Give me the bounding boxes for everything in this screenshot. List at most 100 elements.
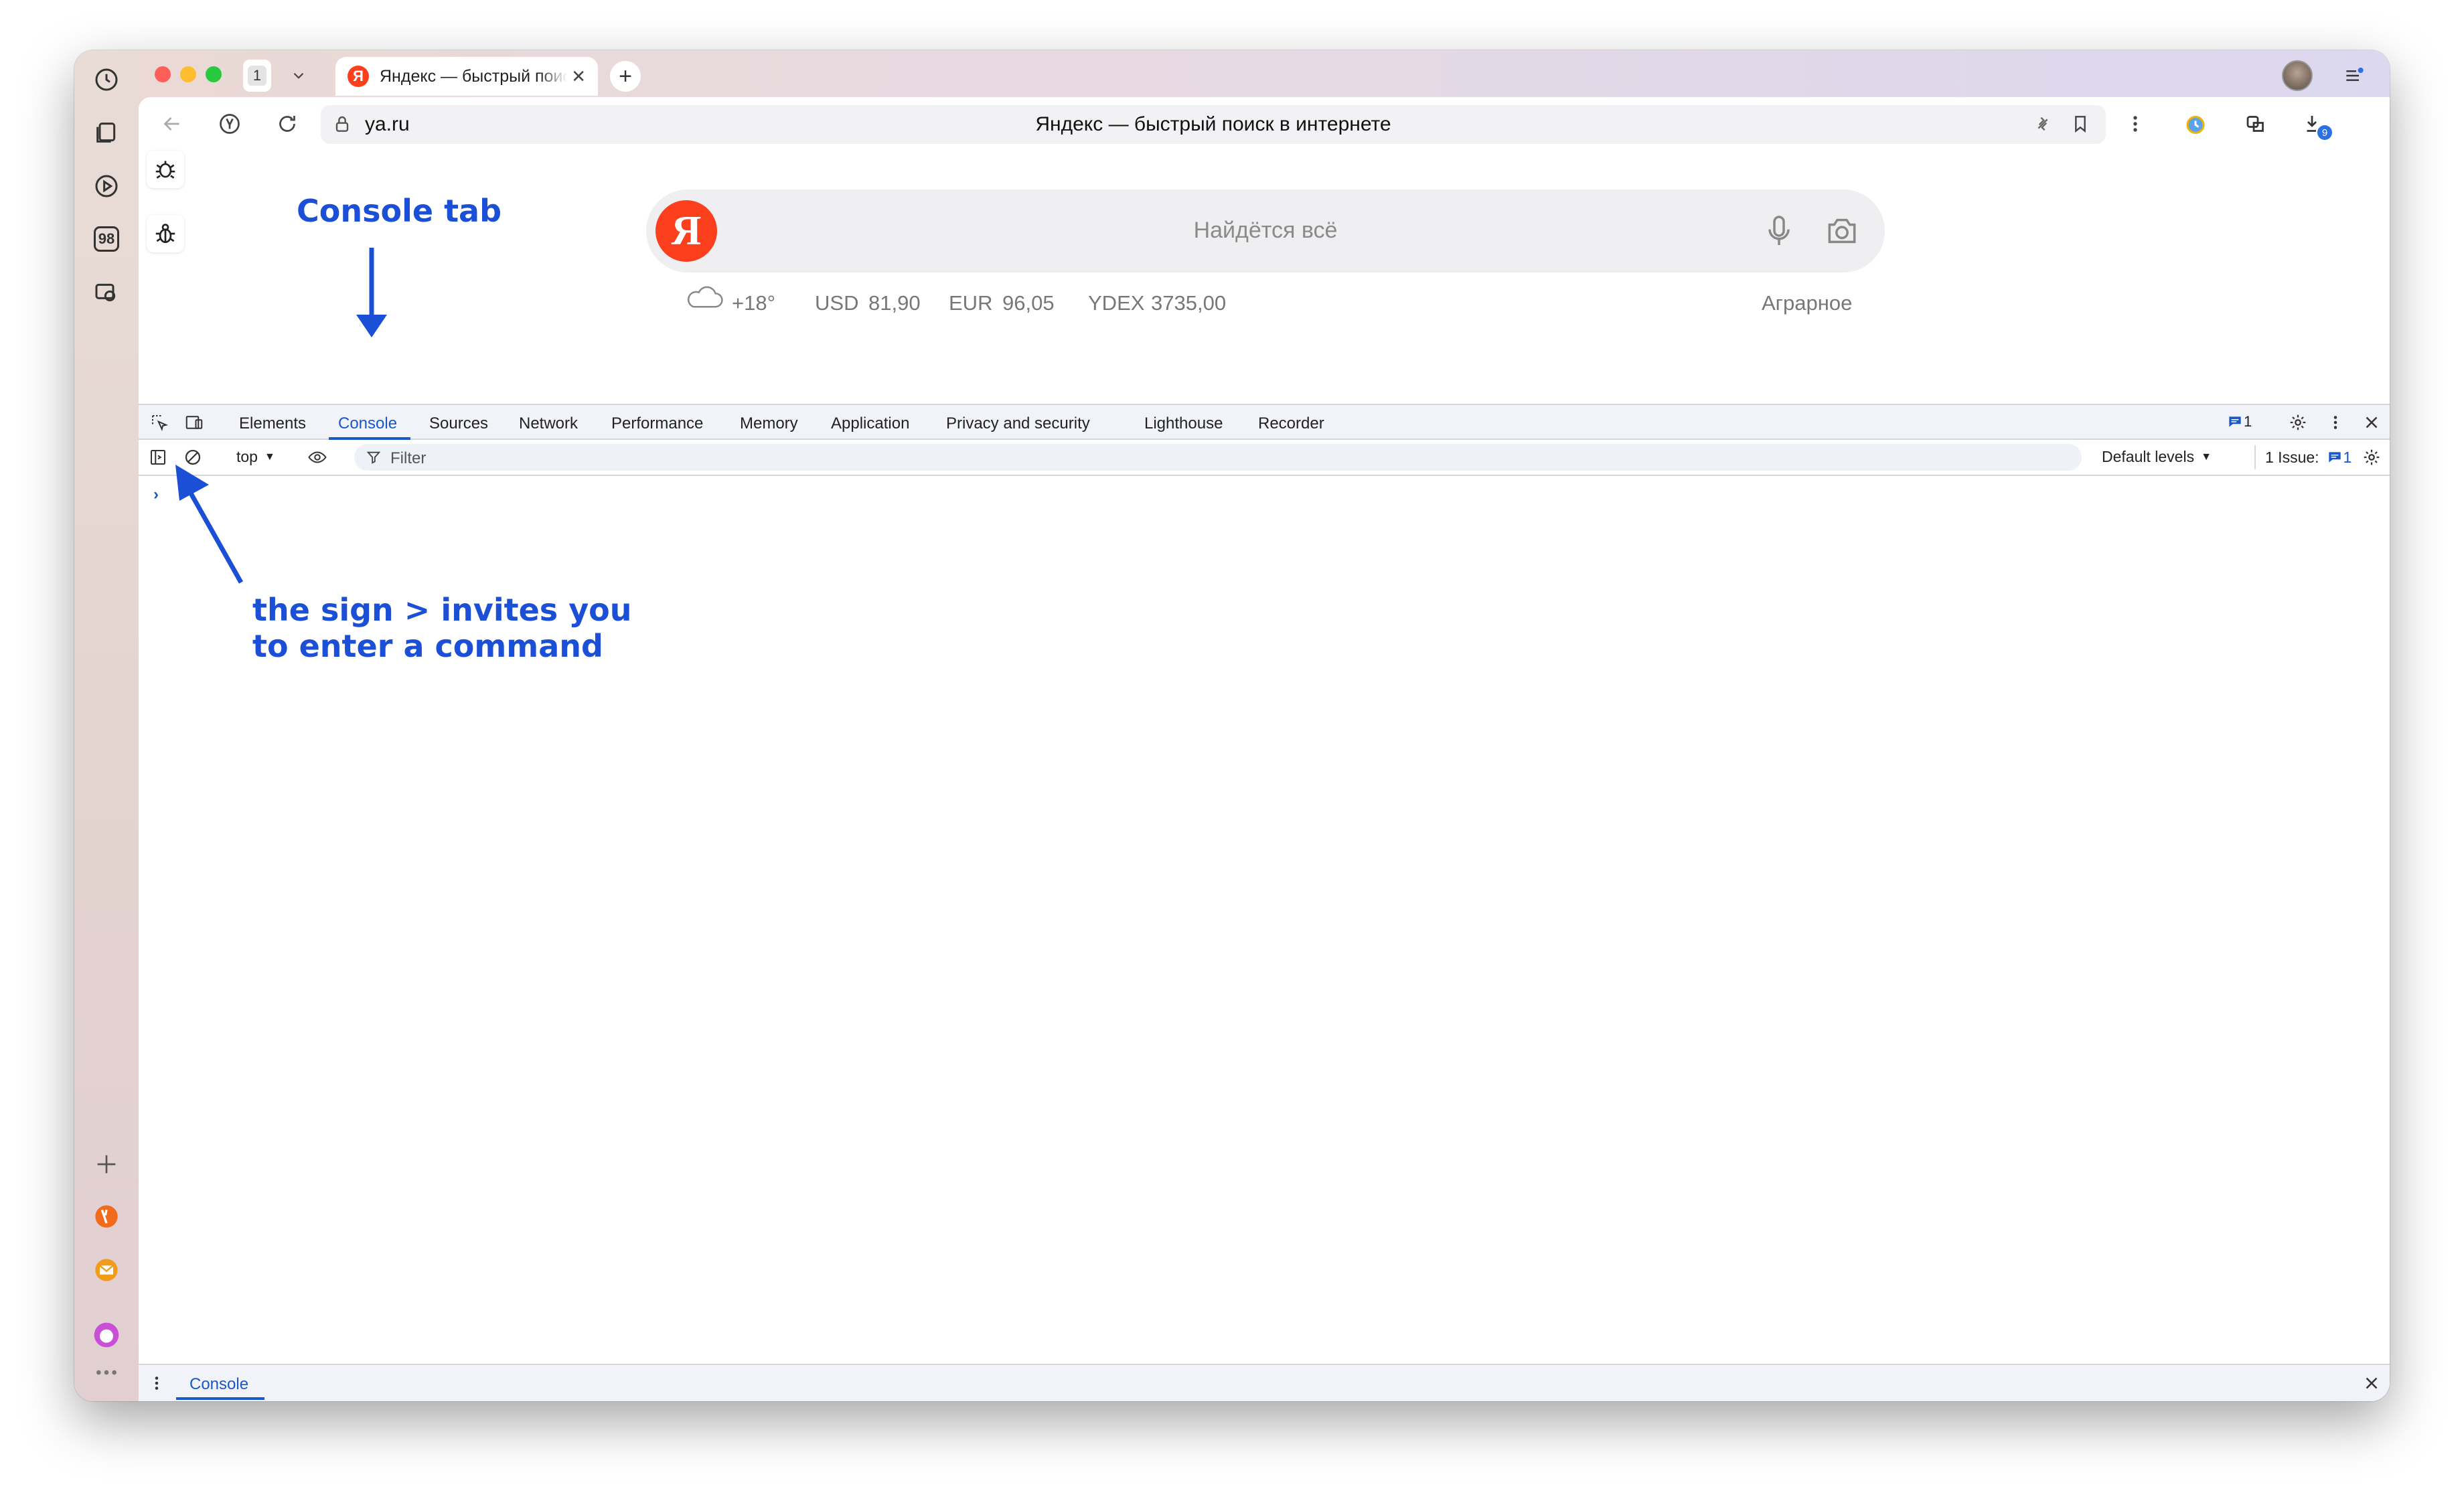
drawer-menu-icon[interactable] bbox=[145, 1372, 168, 1395]
annotation-console-tab: Console tab bbox=[297, 193, 502, 229]
mail-app-icon[interactable] bbox=[90, 1254, 123, 1286]
devtools-menu-icon[interactable] bbox=[2324, 411, 2347, 434]
log-levels-dropdown[interactable]: Default levels ▼ bbox=[2102, 448, 2212, 466]
tab-lighthouse[interactable]: Lighthouse bbox=[1144, 414, 1223, 433]
more-dots-icon[interactable] bbox=[90, 1362, 123, 1382]
issue-message-icon bbox=[2328, 452, 2341, 463]
drawer-tab-console[interactable]: Console bbox=[189, 1375, 248, 1394]
annotation-line-1: the sign > invites you bbox=[252, 592, 632, 628]
bug-icon[interactable] bbox=[147, 151, 184, 188]
messages-counter[interactable]: 1 bbox=[2226, 413, 2252, 430]
browser-content: ya.ru Яндекс — быстрый поиск в интернете bbox=[139, 97, 2390, 1401]
inspect-element-icon[interactable] bbox=[148, 411, 171, 434]
rate-ydex-value[interactable]: 3735,00 bbox=[1151, 291, 1226, 315]
browser-window: 98 1 Я Яндекс — быстрый поиск в интернет… bbox=[74, 50, 2390, 1401]
tab-counter[interactable]: 1 bbox=[243, 60, 271, 92]
device-toolbar-icon[interactable] bbox=[183, 411, 206, 434]
tab-close-icon[interactable]: ✕ bbox=[571, 66, 586, 87]
browser-sidebar: 98 bbox=[74, 50, 222, 1401]
history-icon[interactable] bbox=[90, 64, 123, 96]
console-prompt[interactable]: › bbox=[153, 485, 159, 504]
alice-assistant-icon[interactable] bbox=[90, 1319, 123, 1351]
weather-temp[interactable]: +18° bbox=[732, 291, 775, 315]
protect-off-icon[interactable] bbox=[2032, 113, 2054, 138]
play-video-icon[interactable] bbox=[90, 170, 123, 202]
active-tab[interactable]: Я Яндекс — быстрый поиск в интернете ✕ bbox=[335, 57, 598, 96]
tabs-dropdown-icon[interactable] bbox=[282, 60, 315, 92]
drawer-close-icon[interactable] bbox=[2360, 1372, 2383, 1395]
screenshot-icon[interactable] bbox=[90, 276, 123, 309]
yandex-favicon-icon: Я bbox=[348, 66, 369, 87]
tab-performance[interactable]: Performance bbox=[611, 414, 703, 433]
annotation-line-2: to enter a command bbox=[252, 628, 603, 664]
downloads-badge: 9 bbox=[2317, 125, 2332, 140]
close-window-button[interactable] bbox=[155, 66, 171, 82]
levels-dropdown-icon: ▼ bbox=[2201, 451, 2212, 463]
downloads-icon[interactable]: 9 bbox=[2301, 109, 2332, 140]
badge-98: 98 bbox=[94, 226, 119, 252]
tab-network[interactable]: Network bbox=[519, 414, 578, 433]
rate-usd-value[interactable]: 81,90 bbox=[868, 291, 921, 315]
live-expression-eye-icon[interactable] bbox=[306, 446, 329, 469]
omnibox[interactable]: ya.ru Яндекс — быстрый поиск в интернете bbox=[321, 105, 2106, 144]
sidebar-toggle-icon[interactable] bbox=[147, 446, 169, 469]
console-settings-icon[interactable] bbox=[2360, 446, 2383, 469]
tab-memory[interactable]: Memory bbox=[740, 414, 798, 433]
more-menu-icon[interactable] bbox=[2121, 109, 2150, 139]
camera-search-icon[interactable] bbox=[1823, 212, 1861, 253]
yandex-y-icon[interactable] bbox=[215, 109, 244, 139]
new-tab-button[interactable]: + bbox=[610, 61, 641, 92]
maximize-window-button[interactable] bbox=[206, 66, 222, 82]
drawer-tab-underline bbox=[176, 1397, 264, 1400]
tab-elements[interactable]: Elements bbox=[239, 414, 306, 433]
devtools-close-icon[interactable] bbox=[2360, 411, 2383, 434]
filter-icon bbox=[366, 451, 381, 464]
search-box[interactable]: Я Найдётся всё bbox=[646, 189, 1885, 272]
tab-privacy-security[interactable]: Privacy and security bbox=[946, 414, 1090, 433]
bug-report-icon[interactable] bbox=[147, 215, 184, 252]
search-input[interactable]: Найдётся всё bbox=[646, 218, 1885, 244]
reload-icon[interactable] bbox=[273, 109, 302, 139]
sidebar-counter-badge[interactable]: 98 bbox=[90, 223, 123, 255]
bookmark-icon[interactable] bbox=[2070, 113, 2091, 138]
notifications-menu-icon[interactable] bbox=[2337, 60, 2370, 92]
tab-title: Яндекс — быстрый поиск в интернете bbox=[380, 66, 567, 86]
filter-input[interactable]: Filter bbox=[390, 449, 426, 468]
location-label[interactable]: Аграрное bbox=[1762, 291, 1852, 315]
devtools-panel: Elements Console Sources Network Perform… bbox=[139, 404, 2390, 1401]
issues-label: 1 Issue: bbox=[2265, 448, 2319, 466]
issues-count: 1 bbox=[2343, 448, 2352, 466]
tab-console[interactable]: Console bbox=[338, 414, 397, 433]
console-toolbar: top ▼ Filter Default levels ▼ 1 Issue: 1 bbox=[139, 440, 2390, 476]
devtools-drawer: Console bbox=[139, 1364, 2390, 1401]
minimize-window-button[interactable] bbox=[180, 66, 196, 82]
tab-application[interactable]: Application bbox=[831, 414, 909, 433]
console-filter[interactable]: Filter bbox=[354, 444, 2082, 471]
tasks-app-icon[interactable] bbox=[90, 1200, 123, 1233]
back-arrow-icon[interactable] bbox=[157, 109, 187, 139]
devtools-tab-bar: Elements Console Sources Network Perform… bbox=[139, 404, 2390, 440]
microphone-icon[interactable] bbox=[1760, 212, 1798, 253]
settings-gear-icon[interactable] bbox=[2287, 411, 2309, 434]
annotation-sign-text: the sign > invites you to enter a comman… bbox=[252, 592, 632, 664]
yandex-page: Я Найдётся всё +18° USD 81,90 EUR 96,05 … bbox=[139, 151, 2390, 351]
rate-eur-label[interactable]: EUR bbox=[949, 291, 992, 315]
issues-button[interactable]: 1 Issue: 1 bbox=[2254, 445, 2352, 469]
rate-ydex-label[interactable]: YDEX bbox=[1088, 291, 1144, 315]
address-bar: ya.ru Яндекс — быстрый поиск в интернете bbox=[139, 97, 2390, 151]
annotation-arrow-down bbox=[356, 248, 387, 337]
page-title: Яндекс — быстрый поиск в интернете bbox=[1035, 113, 1391, 135]
context-dropdown-icon: ▼ bbox=[264, 451, 275, 463]
log-levels-value: Default levels bbox=[2102, 448, 2195, 465]
extensions-icon[interactable] bbox=[2241, 109, 2270, 139]
add-icon[interactable] bbox=[90, 1148, 123, 1180]
tab-count: 1 bbox=[247, 66, 267, 86]
tab-sources[interactable]: Sources bbox=[429, 414, 488, 433]
messages-count: 1 bbox=[2244, 413, 2252, 430]
alarm-clock-extension-icon[interactable] bbox=[2181, 109, 2210, 139]
rate-usd-label[interactable]: USD bbox=[815, 291, 858, 315]
profile-avatar[interactable] bbox=[2281, 60, 2313, 92]
collections-icon[interactable] bbox=[90, 116, 123, 149]
tab-recorder[interactable]: Recorder bbox=[1258, 414, 1324, 433]
rate-eur-value[interactable]: 96,05 bbox=[1002, 291, 1055, 315]
